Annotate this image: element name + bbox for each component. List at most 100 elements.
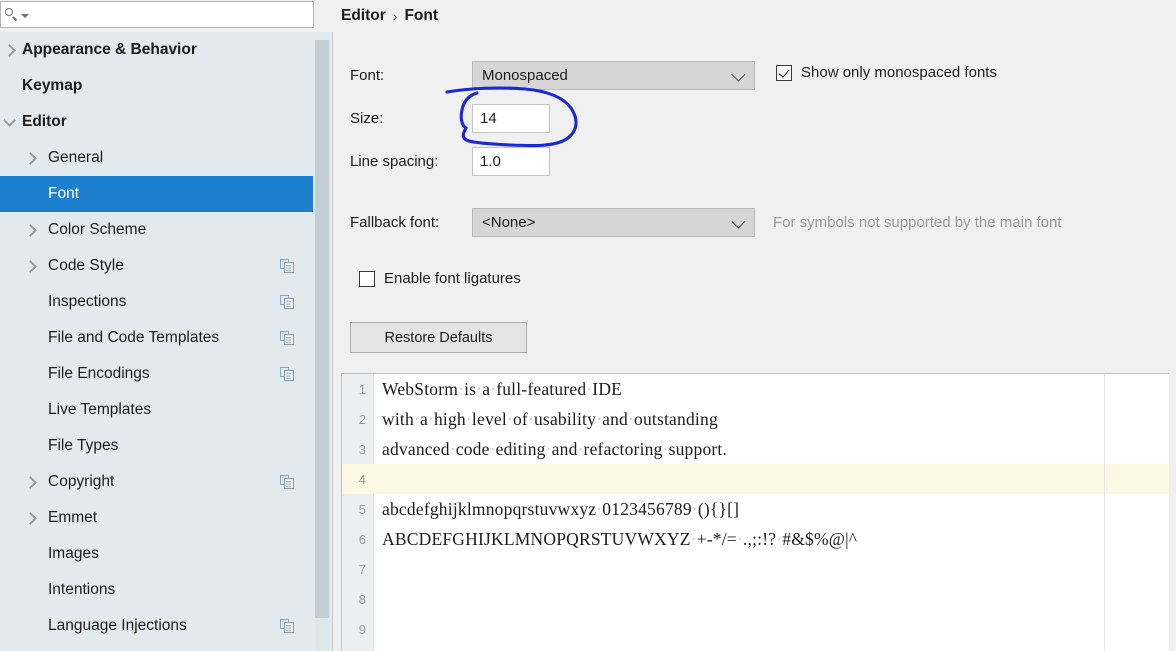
breadcrumb-separator-icon: › <box>392 8 398 24</box>
fallback-font-label: Fallback font: <box>350 214 440 231</box>
size-field[interactable]: 14 <box>472 104 550 133</box>
sidebar-item-file-encodings[interactable]: File Encodings <box>0 356 313 392</box>
preview-line-text: abcdefghijklmnopqrstuvwxyz·0123456789·()… <box>382 498 740 519</box>
sidebar-item-label: Color Scheme <box>48 221 147 238</box>
line-number: 4 <box>358 471 366 487</box>
enable-ligatures-row[interactable]: Enable font ligatures <box>359 270 521 287</box>
sidebar-item-file-types[interactable]: File Types <box>0 428 313 464</box>
sidebar-item-label: Emmet <box>48 509 98 526</box>
sidebar-item-label: Live Templates <box>48 401 152 418</box>
sidebar-item-emmet[interactable]: Emmet <box>0 500 313 536</box>
sidebar-item-file-and-code-templates[interactable]: File and Code Templates <box>0 320 313 356</box>
chevron-down-icon[interactable] <box>731 67 746 82</box>
show-only-monospaced-row[interactable]: Show only monospaced fonts <box>776 64 997 81</box>
preview-line-text: ABCDEFGHIJKLMNOPQRSTUVWXYZ·+-*/=·.,;:!?·… <box>382 528 858 549</box>
line-number: 1 <box>358 381 366 397</box>
line-number: 5 <box>358 501 366 517</box>
sidebar-item-label: Editor <box>22 113 67 130</box>
search-icon[interactable] <box>5 8 29 21</box>
chevron-right-icon[interactable] <box>24 476 37 489</box>
preview-lines: 1 WebStorm·is·a·full-featured·IDE 2 with·a·… <box>342 374 1169 644</box>
search-box[interactable] <box>0 1 314 28</box>
chevron-right-icon[interactable] <box>24 152 37 165</box>
copy-settings-icon[interactable] <box>280 330 295 346</box>
sidebar-item-code-style[interactable]: Code Style <box>0 248 313 284</box>
fallback-font-hint: For symbols not supported by the main fo… <box>773 214 1062 231</box>
sidebar-item-label: Font <box>48 185 80 202</box>
restore-defaults-label: Restore Defaults <box>384 329 493 346</box>
breadcrumb-parent[interactable]: Editor <box>341 7 386 25</box>
size-label: Size: <box>350 110 384 127</box>
settings-tree[interactable]: Appearance & Behavior Keymap Editor General… <box>0 32 313 651</box>
chevron-down-icon[interactable] <box>3 114 16 128</box>
chevron-right-icon[interactable] <box>24 260 37 273</box>
settings-sidebar: Appearance & Behavior Keymap Editor General… <box>0 0 333 651</box>
fallback-font-combobox[interactable]: <None> <box>472 208 755 237</box>
line-spacing-label: Line spacing: <box>350 153 439 170</box>
sidebar-item-font[interactable]: Font <box>0 176 313 212</box>
preview-line: 5 abcdefghijklmnopqrstuvwxyz·0123456789·(… <box>342 494 1169 524</box>
sidebar-item-inspections[interactable]: Inspections <box>0 284 313 320</box>
settings-main-panel: Editor › Font Font: Monospaced Show only… <box>333 0 1176 651</box>
preview-line: 7 <box>342 554 1169 584</box>
sidebar-scrollbar-track[interactable] <box>315 40 329 651</box>
sidebar-item-images[interactable]: Images <box>0 536 313 572</box>
sidebar-item-label: Inspections <box>48 293 127 310</box>
breadcrumb: Editor › Font <box>341 7 438 25</box>
enable-ligatures-label: Enable font ligatures <box>384 270 521 287</box>
sidebar-item-intentions[interactable]: Intentions <box>0 572 313 608</box>
settings-dialog: Appearance & Behavior Keymap Editor General… <box>0 0 1176 651</box>
sidebar-item-general[interactable]: General <box>0 140 313 176</box>
sidebar-item-color-scheme[interactable]: Color Scheme <box>0 212 313 248</box>
line-spacing-row: Line spacing: 1.0 <box>350 147 550 176</box>
line-spacing-field[interactable]: 1.0 <box>472 147 550 176</box>
preview-line: 6 ABCDEFGHIJKLMNOPQRSTUVWXYZ·+-*/=·.,;:!?… <box>342 524 1169 554</box>
fallback-font-value: <None> <box>482 214 536 231</box>
sidebar-item-appearance-behavior[interactable]: Appearance & Behavior <box>0 32 313 68</box>
preview-line-text: advanced·code·editing·and·refactoring·su… <box>382 438 728 459</box>
sidebar-item-keymap[interactable]: Keymap <box>0 68 313 104</box>
preview-line-text: WebStorm·is·a·full-featured·IDE <box>382 378 623 399</box>
chevron-right-icon[interactable] <box>24 512 37 525</box>
font-preview-editor[interactable]: 1 WebStorm·is·a·full-featured·IDE 2 with·a·… <box>341 373 1169 651</box>
copy-settings-icon[interactable] <box>280 618 295 634</box>
sidebar-item-copyright[interactable]: Copyright <box>0 464 313 500</box>
line-number: 9 <box>358 621 366 637</box>
fallback-font-row: Fallback font: <None> For symbols not su… <box>350 208 1061 237</box>
sidebar-scrollbar-thumb[interactable] <box>315 40 329 618</box>
font-row: Font: Monospaced <box>350 61 755 90</box>
chevron-right-icon[interactable] <box>3 44 16 57</box>
sidebar-item-label: File Encodings <box>48 365 150 382</box>
preview-line: 8 <box>342 584 1169 614</box>
preview-line: 9 <box>342 614 1169 644</box>
sidebar-item-label: General <box>48 149 104 166</box>
line-number: 6 <box>358 531 366 547</box>
sidebar-item-label: File Types <box>48 437 119 454</box>
sidebar-item-label: Keymap <box>22 77 83 94</box>
show-only-monospaced-checkbox[interactable] <box>776 64 792 81</box>
right-margin-guide <box>1104 374 1105 651</box>
copy-settings-icon[interactable] <box>280 366 295 382</box>
copy-settings-icon[interactable] <box>280 258 295 274</box>
sidebar-item-label: Appearance & Behavior <box>22 41 197 58</box>
sidebar-item-language-injections[interactable]: Language Injections <box>0 608 313 644</box>
size-row: Size: 14 <box>350 104 550 133</box>
font-family-combobox[interactable]: Monospaced <box>472 61 755 90</box>
chevron-right-icon[interactable] <box>24 224 37 237</box>
sidebar-item-live-templates[interactable]: Live Templates <box>0 392 313 428</box>
sidebar-item-label: Code Style <box>48 257 124 274</box>
enable-ligatures-checkbox[interactable] <box>359 270 375 287</box>
search-row <box>0 0 333 32</box>
sidebar-item-label: Images <box>48 545 99 562</box>
sidebar-item-editor[interactable]: Editor <box>0 104 313 140</box>
preview-line: 4 <box>342 464 1169 494</box>
size-value: 14 <box>480 110 497 127</box>
search-input[interactable] <box>29 6 313 23</box>
chevron-down-icon[interactable] <box>731 214 746 229</box>
chevron-down-icon[interactable] <box>21 14 29 18</box>
restore-defaults-button[interactable]: Restore Defaults <box>350 322 527 353</box>
copy-settings-icon[interactable] <box>280 294 295 310</box>
copy-settings-icon[interactable] <box>280 474 295 490</box>
sidebar-item-label: Intentions <box>48 581 116 598</box>
show-only-monospaced-label: Show only monospaced fonts <box>801 64 997 81</box>
